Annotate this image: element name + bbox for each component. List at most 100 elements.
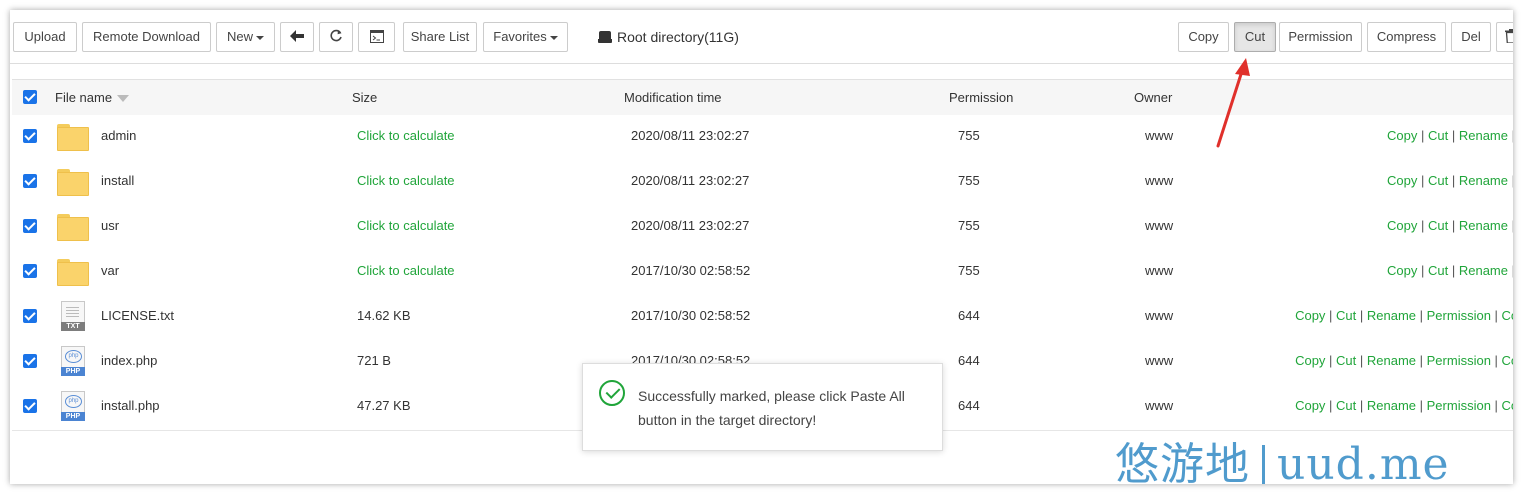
action-rename-link[interactable]: Rename: [1459, 263, 1508, 278]
header-file-name-label: File name: [55, 90, 113, 105]
action-com-link[interactable]: Com: [1502, 353, 1513, 368]
table-row[interactable]: install Click to calculate 2020/08/11 23:0…: [12, 160, 1513, 206]
permission-value[interactable]: 755: [958, 173, 980, 188]
calculate-size-link[interactable]: Click to calculate: [357, 173, 455, 188]
favorites-dropdown-button[interactable]: Favorites: [483, 22, 568, 52]
del-button[interactable]: Del: [1451, 22, 1491, 52]
action-cut-link[interactable]: Cut: [1336, 353, 1356, 368]
action-permission-link[interactable]: Permission: [1427, 308, 1491, 323]
new-dropdown-button[interactable]: New: [216, 22, 275, 52]
action-cut-link[interactable]: Cut: [1336, 308, 1356, 323]
action-cut-link[interactable]: Cut: [1428, 173, 1448, 188]
action-com-link[interactable]: Com: [1502, 398, 1513, 413]
upload-button[interactable]: Upload: [13, 22, 77, 52]
row-actions: Copy | Cut | Rename |: [1387, 128, 1513, 143]
refresh-button[interactable]: [319, 22, 353, 52]
action-copy-link[interactable]: Copy: [1387, 128, 1417, 143]
action-copy-link[interactable]: Copy: [1387, 218, 1417, 233]
row-actions: Copy | Cut | Rename |: [1387, 218, 1513, 233]
permission-value[interactable]: 755: [958, 218, 980, 233]
header-owner[interactable]: Owner: [1134, 90, 1172, 105]
action-cut-link[interactable]: Cut: [1428, 263, 1448, 278]
folder-icon: [57, 169, 89, 196]
permission-value[interactable]: 644: [958, 353, 980, 368]
toast-message: Successfully marked, please click Paste …: [638, 388, 905, 428]
file-name-link[interactable]: LICENSE.txt: [101, 308, 174, 323]
action-rename-link[interactable]: Rename: [1459, 128, 1508, 143]
action-rename-link[interactable]: Rename: [1367, 308, 1416, 323]
row-checkbox[interactable]: [23, 129, 37, 143]
compress-button[interactable]: Compress: [1367, 22, 1446, 52]
file-name-link[interactable]: usr: [101, 218, 119, 233]
action-copy-link[interactable]: Copy: [1387, 263, 1417, 278]
folder-icon: [57, 124, 89, 151]
success-toast: Successfully marked, please click Paste …: [582, 363, 943, 451]
table-row[interactable]: TXT LICENSE.txt 14.62 KB 2017/10/30 02:58:5…: [12, 295, 1513, 341]
calculate-size-link[interactable]: Click to calculate: [357, 218, 455, 233]
table-row[interactable]: admin Click to calculate 2020/08/11 23:02:…: [12, 115, 1513, 161]
action-cut-link[interactable]: Cut: [1428, 218, 1448, 233]
refresh-icon: [330, 29, 342, 42]
header-permission[interactable]: Permission: [949, 90, 1013, 105]
file-name-link[interactable]: install.php: [101, 398, 160, 413]
caret-down-icon: [256, 35, 264, 40]
check-circle-icon: [599, 380, 625, 406]
copy-button[interactable]: Copy: [1178, 22, 1229, 52]
permission-value[interactable]: 644: [958, 398, 980, 413]
action-permission-link[interactable]: Permission: [1427, 398, 1491, 413]
action-copy-link[interactable]: Copy: [1387, 173, 1417, 188]
terminal-button[interactable]: [358, 22, 395, 52]
file-name-link[interactable]: admin: [101, 128, 136, 143]
action-copy-link[interactable]: Copy: [1295, 398, 1325, 413]
share-list-button[interactable]: Share List: [403, 22, 477, 52]
php-file-icon: php PHP: [61, 346, 85, 376]
action-separator: |: [1512, 263, 1513, 278]
action-rename-link[interactable]: Rename: [1367, 398, 1416, 413]
row-checkbox[interactable]: [23, 264, 37, 278]
root-directory-label[interactable]: Root directory(11G): [598, 29, 739, 45]
permission-value[interactable]: 755: [958, 128, 980, 143]
row-checkbox[interactable]: [23, 219, 37, 233]
file-name-link[interactable]: index.php: [101, 353, 157, 368]
select-all-checkbox[interactable]: [23, 90, 37, 104]
action-permission-link[interactable]: Permission: [1427, 353, 1491, 368]
header-modification-time[interactable]: Modification time: [624, 90, 722, 105]
caret-down-icon: [549, 35, 558, 40]
action-rename-link[interactable]: Rename: [1459, 218, 1508, 233]
permission-button[interactable]: Permission: [1279, 22, 1362, 52]
table-row[interactable]: var Click to calculate 2017/10/30 02:58:52…: [12, 250, 1513, 296]
owner-value: www: [1145, 308, 1174, 323]
row-checkbox[interactable]: [23, 399, 37, 413]
action-copy-link[interactable]: Copy: [1295, 353, 1325, 368]
calculate-size-link[interactable]: Click to calculate: [357, 263, 455, 278]
folder-icon: [57, 214, 89, 241]
remote-download-button[interactable]: Remote Download: [82, 22, 211, 52]
txt-file-icon: TXT: [61, 301, 85, 331]
row-checkbox[interactable]: [23, 354, 37, 368]
owner-value: www: [1145, 173, 1174, 188]
row-actions: Copy | Cut | Rename | Permission | Com: [1295, 353, 1513, 368]
row-checkbox[interactable]: [23, 309, 37, 323]
action-rename-link[interactable]: Rename: [1459, 173, 1508, 188]
permission-value[interactable]: 755: [958, 263, 980, 278]
action-cut-link[interactable]: Cut: [1336, 398, 1356, 413]
owner-value: www: [1145, 353, 1174, 368]
row-checkbox[interactable]: [23, 174, 37, 188]
header-size[interactable]: Size: [352, 90, 377, 105]
watermark-chinese: 悠游地: [1115, 439, 1250, 484]
action-copy-link[interactable]: Copy: [1295, 308, 1325, 323]
permission-value[interactable]: 644: [958, 308, 980, 323]
recycle-bin-button[interactable]: [1496, 22, 1513, 52]
file-name-link[interactable]: install: [101, 173, 134, 188]
action-com-link[interactable]: Com: [1502, 308, 1513, 323]
file-size: 721 B: [357, 353, 391, 368]
owner-value: www: [1145, 128, 1174, 143]
header-file-name[interactable]: File name: [55, 90, 130, 105]
action-cut-link[interactable]: Cut: [1428, 128, 1448, 143]
cut-button[interactable]: Cut: [1234, 22, 1276, 52]
table-row[interactable]: usr Click to calculate 2020/08/11 23:02:27…: [12, 205, 1513, 251]
back-button[interactable]: [280, 22, 314, 52]
action-rename-link[interactable]: Rename: [1367, 353, 1416, 368]
calculate-size-link[interactable]: Click to calculate: [357, 128, 455, 143]
file-name-link[interactable]: var: [101, 263, 119, 278]
